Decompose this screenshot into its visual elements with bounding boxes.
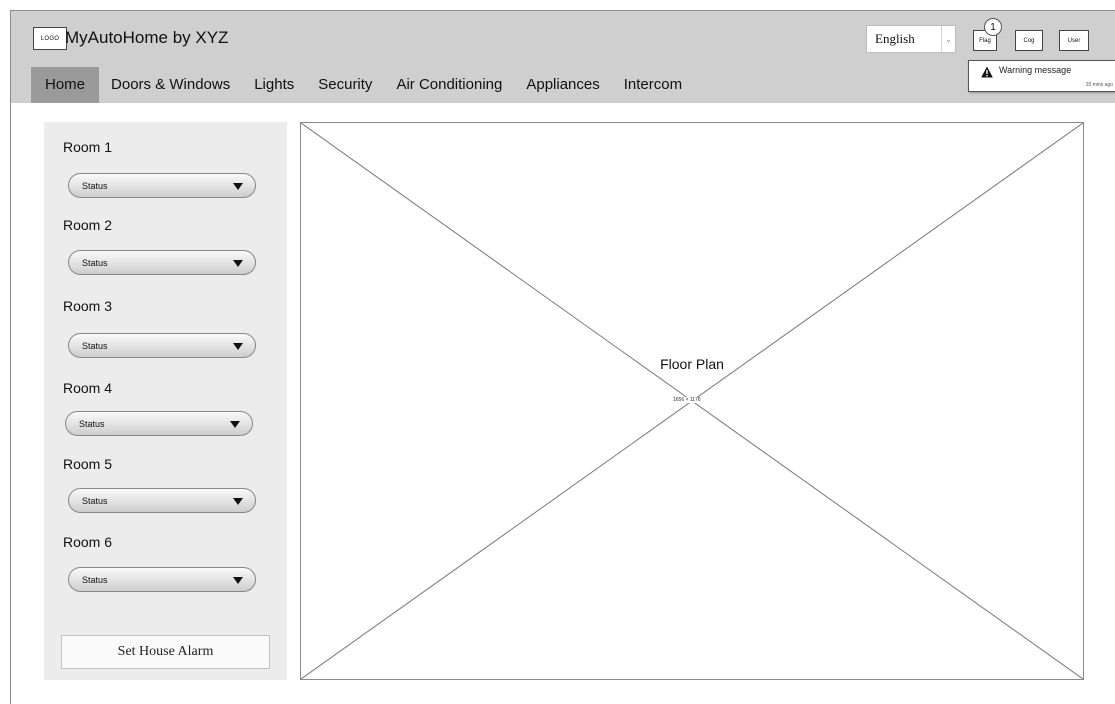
room-status-select[interactable]: Status — [65, 411, 253, 436]
room-status-select[interactable]: Status — [68, 173, 256, 198]
cog-button[interactable]: Cog — [1015, 30, 1043, 51]
app-header: LOGO MyAutoHome by XYZ Home Doors & Wind… — [11, 11, 1115, 103]
status-select-value: Status — [82, 258, 108, 268]
warning-notification[interactable]: Warning message 20 mins ago — [968, 60, 1115, 92]
nav-item-air-conditioning[interactable]: Air Conditioning — [384, 67, 514, 103]
nav-item-security[interactable]: Security — [306, 67, 384, 103]
language-select[interactable]: English ⌄ — [866, 25, 956, 53]
status-select-value: Status — [82, 341, 108, 351]
room-status-select[interactable]: Status — [68, 250, 256, 275]
logo: LOGO — [33, 27, 67, 50]
floor-plan-image[interactable]: Floor Plan 1656 × 1176 — [300, 122, 1084, 680]
user-button[interactable]: User — [1059, 30, 1089, 51]
app-title: MyAutoHome by XYZ — [65, 28, 229, 47]
room-label: Room 5 — [63, 456, 113, 472]
warning-message: Warning message — [999, 65, 1072, 75]
caret-down-icon — [233, 183, 243, 190]
caret-down-icon — [233, 577, 243, 584]
status-select-value: Status — [82, 496, 108, 506]
nav-item-doors-windows[interactable]: Doors & Windows — [99, 67, 242, 103]
language-select-value: English — [875, 31, 915, 46]
room-status-select[interactable]: Status — [68, 567, 256, 592]
warning-icon — [981, 66, 993, 78]
floor-plan-title: Floor Plan — [660, 356, 724, 372]
caret-down-icon — [233, 498, 243, 505]
nav-item-intercom[interactable]: Intercom — [612, 67, 694, 103]
nav-item-appliances[interactable]: Appliances — [514, 67, 611, 103]
notification-count-badge: 1 — [984, 18, 1002, 36]
room-label: Room 3 — [63, 298, 113, 314]
caret-down-icon — [233, 343, 243, 350]
set-house-alarm-button[interactable]: Set House Alarm — [61, 635, 270, 669]
nav-item-lights[interactable]: Lights — [242, 67, 306, 103]
chevron-down-icon: ⌄ — [941, 26, 955, 52]
room-status-select[interactable]: Status — [68, 333, 256, 358]
main-nav: Home Doors & Windows Lights Security Air… — [31, 67, 694, 103]
caret-down-icon — [230, 421, 240, 428]
room-label: Room 2 — [63, 217, 113, 233]
warning-timestamp: 20 mins ago — [1085, 82, 1113, 88]
status-select-value: Status — [82, 181, 108, 191]
room-label: Room 6 — [63, 534, 113, 550]
room-label: Room 1 — [63, 139, 113, 155]
status-select-value: Status — [82, 575, 108, 585]
room-sidebar: Room 1 Status Room 2 Status Room 3 Statu… — [44, 122, 287, 680]
room-label: Room 4 — [63, 380, 113, 396]
status-select-value: Status — [79, 419, 105, 429]
caret-down-icon — [233, 260, 243, 267]
room-status-select[interactable]: Status — [68, 488, 256, 513]
nav-item-home[interactable]: Home — [31, 67, 100, 103]
image-size-label: 1656 × 1176 — [672, 397, 702, 403]
